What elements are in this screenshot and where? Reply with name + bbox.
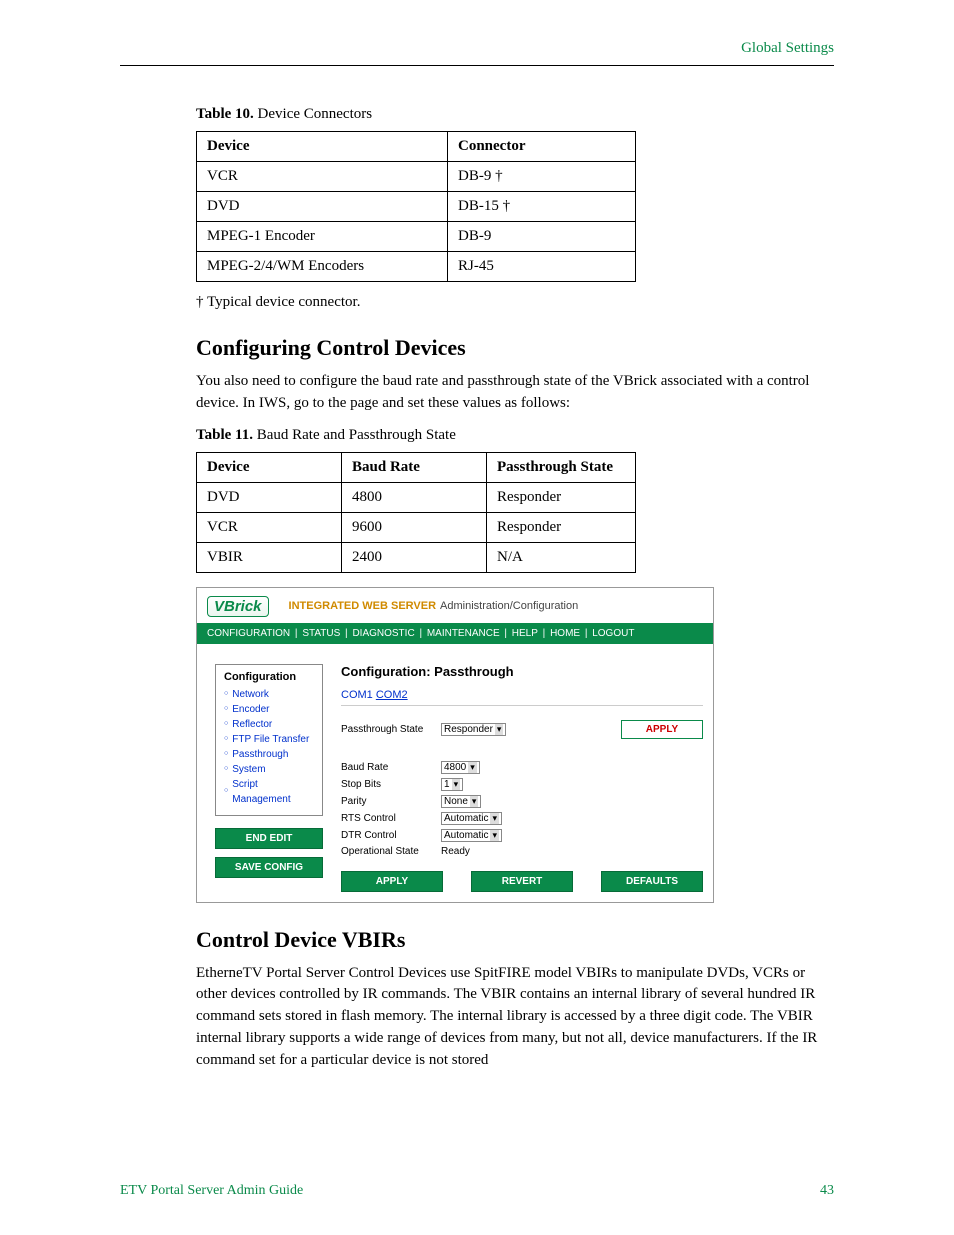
menu-home[interactable]: HOME [550,628,580,639]
menu-logout[interactable]: LOGOUT [592,628,634,639]
end-edit-button[interactable]: END EDIT [215,828,323,849]
footer-page-number: 43 [820,1183,834,1199]
table11-caption: Table 11. Baud Rate and Passthrough Stat… [196,427,834,444]
table10-caption-text: Device Connectors [258,106,373,122]
parity-label: Parity [341,796,441,807]
stop-bits-select[interactable]: 1 [441,778,463,791]
section2-title: Control Device VBIRs [196,927,834,953]
menu-diagnostic[interactable]: DIAGNOSTIC [352,628,414,639]
menu-status[interactable]: STATUS [302,628,340,639]
section1-title: Configuring Control Devices [196,335,834,361]
tab-com2[interactable]: COM2 [376,689,408,701]
table11-caption-text: Baud Rate and Passthrough State [257,427,456,443]
sidebar-link-encoder[interactable]: Encoder [224,702,314,717]
sidebar-link-system[interactable]: System [224,762,314,777]
table11-caption-prefix: Table 11. [196,427,253,443]
dtr-control-select[interactable]: Automatic [441,829,502,842]
table10: Device Connector VCRDB-9 † DVDDB-15 † MP… [196,131,636,282]
sidebar-link-script[interactable]: Script Management [224,777,314,807]
table11-col-2: Passthrough State [487,452,636,482]
page-footer: ETV Portal Server Admin Guide 43 [120,1183,834,1199]
baud-rate-select[interactable]: 4800 [441,761,480,774]
ss-topbar: VBrick INTEGRATED WEB SERVER Administrat… [197,588,713,623]
apply-button[interactable]: APPLY [341,871,443,892]
save-config-button[interactable]: SAVE CONFIG [215,857,323,878]
table10-header-row: Device Connector [197,132,636,162]
menu-maintenance[interactable]: MAINTENANCE [427,628,500,639]
menu-configuration[interactable]: CONFIGURATION [207,628,290,639]
table10-col-0: Device [197,132,448,162]
defaults-button[interactable]: DEFAULTS [601,871,703,892]
stop-bits-label: Stop Bits [341,779,441,790]
passthrough-state-select[interactable]: Responder [441,723,506,736]
ss-config-box: Configuration Network Encoder Reflector … [215,664,323,816]
sidebar-link-network[interactable]: Network [224,687,314,702]
dtr-control-label: DTR Control [341,830,441,841]
baud-rate-label: Baud Rate [341,762,441,773]
section2-para: EtherneTV Portal Server Control Devices … [196,963,834,1072]
header-divider [120,65,834,66]
ss-sidebar: Configuration Network Encoder Reflector … [215,664,323,892]
vbrick-logo: VBrick [207,596,269,617]
ss-config-title: Configuration [224,671,314,683]
table11-col-1: Baud Rate [342,452,487,482]
ss-title2: Administration/Configuration [440,600,578,612]
tab-com1[interactable]: COM1 [341,689,373,701]
table11: Device Baud Rate Passthrough State DVD48… [196,452,636,573]
sidebar-link-passthrough[interactable]: Passthrough [224,747,314,762]
table-row: VCRDB-9 † [197,162,636,192]
ss-title1: INTEGRATED WEB SERVER [289,600,437,612]
table10-col-1: Connector [448,132,636,162]
table-row: MPEG-1 EncoderDB-9 [197,222,636,252]
table10-footnote: † Typical device connector. [196,294,834,311]
table10-caption-prefix: Table 10. [196,106,254,122]
operational-state-label: Operational State [341,846,441,857]
passthrough-state-label: Passthrough State [341,724,441,735]
table-row: DVDDB-15 † [197,192,636,222]
section1-para: You also need to configure the baud rate… [196,371,834,415]
rts-control-label: RTS Control [341,813,441,824]
footer-left: ETV Portal Server Admin Guide [120,1183,303,1199]
apply-button-side[interactable]: APPLY [621,720,703,739]
ss-tabs: COM1 COM2 [341,689,703,706]
table-row: VBIR2400N/A [197,542,636,572]
table10-caption: Table 10. Device Connectors [196,106,834,123]
sidebar-link-reflector[interactable]: Reflector [224,717,314,732]
ss-menu: CONFIGURATION | STATUS | DIAGNOSTIC | MA… [197,623,713,644]
table-row: DVD4800Responder [197,482,636,512]
ss-main: Configuration: Passthrough COM1 COM2 Pas… [341,664,703,892]
sidebar-link-ftp[interactable]: FTP File Transfer [224,732,314,747]
table-row: MPEG-2/4/WM EncodersRJ-45 [197,252,636,282]
revert-button[interactable]: REVERT [471,871,573,892]
parity-select[interactable]: None [441,795,481,808]
table11-header-row: Device Baud Rate Passthrough State [197,452,636,482]
iws-screenshot: VBrick INTEGRATED WEB SERVER Administrat… [196,587,714,903]
header-section: Global Settings [120,40,834,57]
rts-control-select[interactable]: Automatic [441,812,502,825]
menu-help[interactable]: HELP [512,628,538,639]
table-row: VCR9600Responder [197,512,636,542]
ss-main-heading: Configuration: Passthrough [341,664,703,679]
operational-state-value: Ready [441,846,470,857]
table11-col-0: Device [197,452,342,482]
